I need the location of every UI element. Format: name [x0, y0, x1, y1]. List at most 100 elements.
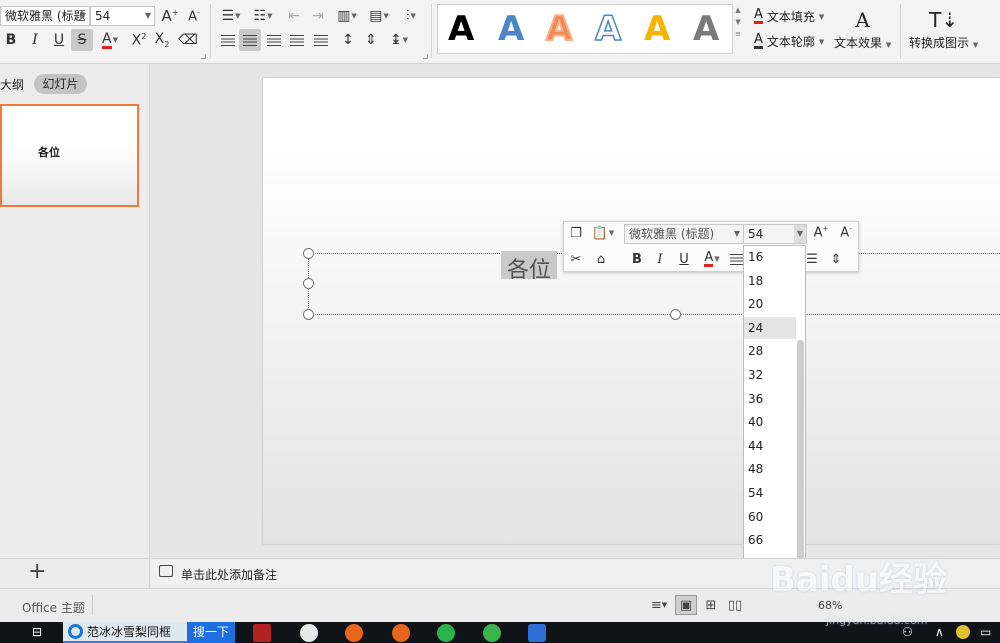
zoom-level[interactable]: 68% — [818, 599, 842, 612]
wordart-style-6[interactable]: A — [693, 9, 719, 49]
resize-handle-bottom[interactable] — [670, 309, 681, 320]
add-slide-button[interactable]: + — [28, 559, 46, 584]
app-icon[interactable] — [300, 624, 318, 642]
notes-toggle-button[interactable]: ≡ ▼ — [646, 595, 672, 615]
taskbar-ie-window[interactable]: 范冰冰雪梨同框 — [63, 622, 187, 643]
font-size-option[interactable]: 24 — [744, 316, 796, 339]
paste-button[interactable]: 📋 ▼ — [590, 223, 616, 243]
columns-button[interactable]: ▥ ▼ — [333, 5, 361, 27]
spacing-options-button[interactable]: ↨ ▼ — [384, 29, 414, 51]
wordart-style-1[interactable]: A — [448, 9, 474, 49]
resize-handle-left[interactable] — [303, 278, 314, 289]
app-icon[interactable] — [483, 624, 501, 642]
notes-placeholder[interactable]: 单击此处添加备注 — [181, 566, 277, 583]
font-size-option[interactable]: 36 — [744, 388, 796, 410]
slide-sorter-button[interactable]: ⊞ — [700, 595, 722, 615]
font-size-option[interactable]: 60 — [744, 506, 796, 528]
wechat-icon[interactable] — [437, 624, 455, 642]
increase-font-size-button[interactable]: A+ — [159, 5, 181, 27]
cut-button[interactable]: ✂ — [566, 249, 586, 269]
font-size-option[interactable]: 54 — [744, 482, 796, 504]
numbering-button[interactable]: ☷ ▼ — [249, 5, 277, 27]
wordart-more-button[interactable]: ▲ ▼ ≡ — [733, 4, 743, 54]
line-spacing-button[interactable]: ↕ — [337, 29, 359, 51]
mini-underline-button[interactable]: U — [674, 249, 694, 269]
app-icon[interactable] — [392, 624, 410, 642]
wordart-style-2[interactable]: A — [498, 9, 524, 49]
font-size-option[interactable]: 18 — [744, 270, 796, 292]
resize-handle-top-left[interactable] — [303, 248, 314, 259]
app-icon[interactable] — [345, 624, 363, 642]
font-color-icon: A — [102, 30, 112, 49]
font-name-select[interactable]: 微软雅黑 (标题 ▼ — [0, 6, 90, 26]
bullets-button[interactable]: ☰ ▼ — [217, 5, 245, 27]
text-effect-button[interactable]: A 文本效果 ▼ — [834, 8, 891, 51]
font-size-option[interactable]: 40 — [744, 411, 796, 433]
chevron-down-icon: ▼ — [402, 36, 409, 44]
italic-button[interactable]: I — [24, 29, 46, 51]
superscript-button[interactable]: X2 — [128, 29, 150, 51]
strikethrough-button[interactable]: S — [71, 29, 93, 51]
chevron-up-icon[interactable]: ∧ — [935, 625, 944, 639]
app-icon[interactable] — [253, 624, 271, 642]
underline-button[interactable]: U — [48, 29, 70, 51]
align-left-button[interactable] — [217, 29, 239, 51]
taskbar-search-button[interactable]: 搜一下 — [187, 622, 235, 643]
convert-to-smartart-button[interactable]: T⇣ 转换成图示 ▼ — [909, 8, 978, 51]
format-painter-button[interactable]: ⌂ — [591, 249, 611, 269]
network-icon[interactable]: ▭ — [980, 625, 991, 639]
wordart-style-3[interactable]: A — [545, 8, 573, 50]
font-size-option[interactable]: 32 — [744, 364, 796, 386]
slide-thumbnail-1[interactable]: 各位 — [0, 104, 139, 207]
decrease-font-size-button[interactable]: A- — [183, 5, 205, 27]
text-outline-button[interactable]: A 文本轮廓 ▼ — [754, 33, 824, 50]
font-size-option[interactable]: 44 — [744, 435, 796, 457]
reading-view-button[interactable]: ▯▯ — [724, 595, 746, 615]
font-size-option[interactable]: 66 — [744, 529, 796, 551]
tab-slides[interactable]: 幻灯片 — [34, 74, 87, 94]
mini-bold-button[interactable]: B — [627, 249, 647, 269]
font-dialog-launcher[interactable] — [201, 54, 206, 59]
paragraph-spacing-button[interactable]: ⇕ — [360, 29, 382, 51]
text-direction-button[interactable]: ▤ ▼ — [365, 5, 393, 27]
wordart-style-4[interactable]: A — [594, 8, 622, 50]
mini-italic-button[interactable]: I — [650, 249, 670, 269]
slide[interactable] — [263, 78, 1000, 544]
mini-font-size-select[interactable]: 54 ▼ — [743, 224, 807, 244]
notes-bar[interactable]: 单击此处添加备注 — [151, 558, 1000, 588]
font-size-option[interactable]: 20 — [744, 293, 796, 315]
copy-button[interactable]: ❐ — [566, 223, 586, 243]
distribute-button[interactable] — [310, 29, 332, 51]
theme-name[interactable]: Office 主题 — [22, 599, 85, 616]
clear-format-button[interactable]: ⌫ — [177, 29, 199, 51]
tray-app-icon[interactable] — [956, 625, 970, 639]
text-align-vertical-button[interactable]: ⫶ ▼ — [397, 5, 425, 27]
task-view-icon[interactable]: ⊟ — [32, 625, 42, 639]
font-size-option[interactable]: 48 — [744, 458, 796, 480]
bold-button[interactable]: B — [0, 29, 22, 51]
normal-view-button[interactable]: ▣ — [675, 595, 697, 615]
selected-title-text[interactable]: 各位 — [501, 251, 557, 279]
mini-increase-font-button[interactable]: A+ — [811, 223, 831, 243]
text-fill-button[interactable]: A 文本填充 ▼ — [754, 8, 824, 25]
people-icon[interactable]: ⚇ — [902, 625, 913, 639]
mini-font-color-button[interactable]: A ▼ — [698, 249, 726, 269]
mini-decrease-font-button[interactable]: A- — [836, 223, 856, 243]
font-color-button[interactable]: A ▼ — [96, 29, 124, 51]
subscript-button[interactable]: X2 — [151, 29, 173, 51]
mini-spacing-button[interactable]: ⇕ — [826, 249, 846, 269]
increase-indent-button[interactable]: ⇥ — [307, 5, 329, 27]
wps-icon[interactable] — [528, 624, 546, 642]
mini-font-name-select[interactable]: 微软雅黑 (标题) ▼ — [624, 224, 744, 244]
align-center-button[interactable] — [239, 29, 261, 51]
paragraph-dialog-launcher[interactable] — [423, 54, 428, 59]
align-right-button[interactable] — [263, 29, 285, 51]
resize-handle-bottom-left[interactable] — [303, 309, 314, 320]
font-size-select[interactable]: 54 ▼ — [90, 6, 155, 26]
justify-button[interactable] — [286, 29, 308, 51]
decrease-indent-button[interactable]: ⇤ — [283, 5, 305, 27]
font-size-option[interactable]: 16 — [744, 246, 796, 268]
tab-outline[interactable]: 大纲 — [0, 76, 24, 93]
font-size-option[interactable]: 28 — [744, 340, 796, 362]
wordart-style-5[interactable]: A — [644, 9, 670, 49]
